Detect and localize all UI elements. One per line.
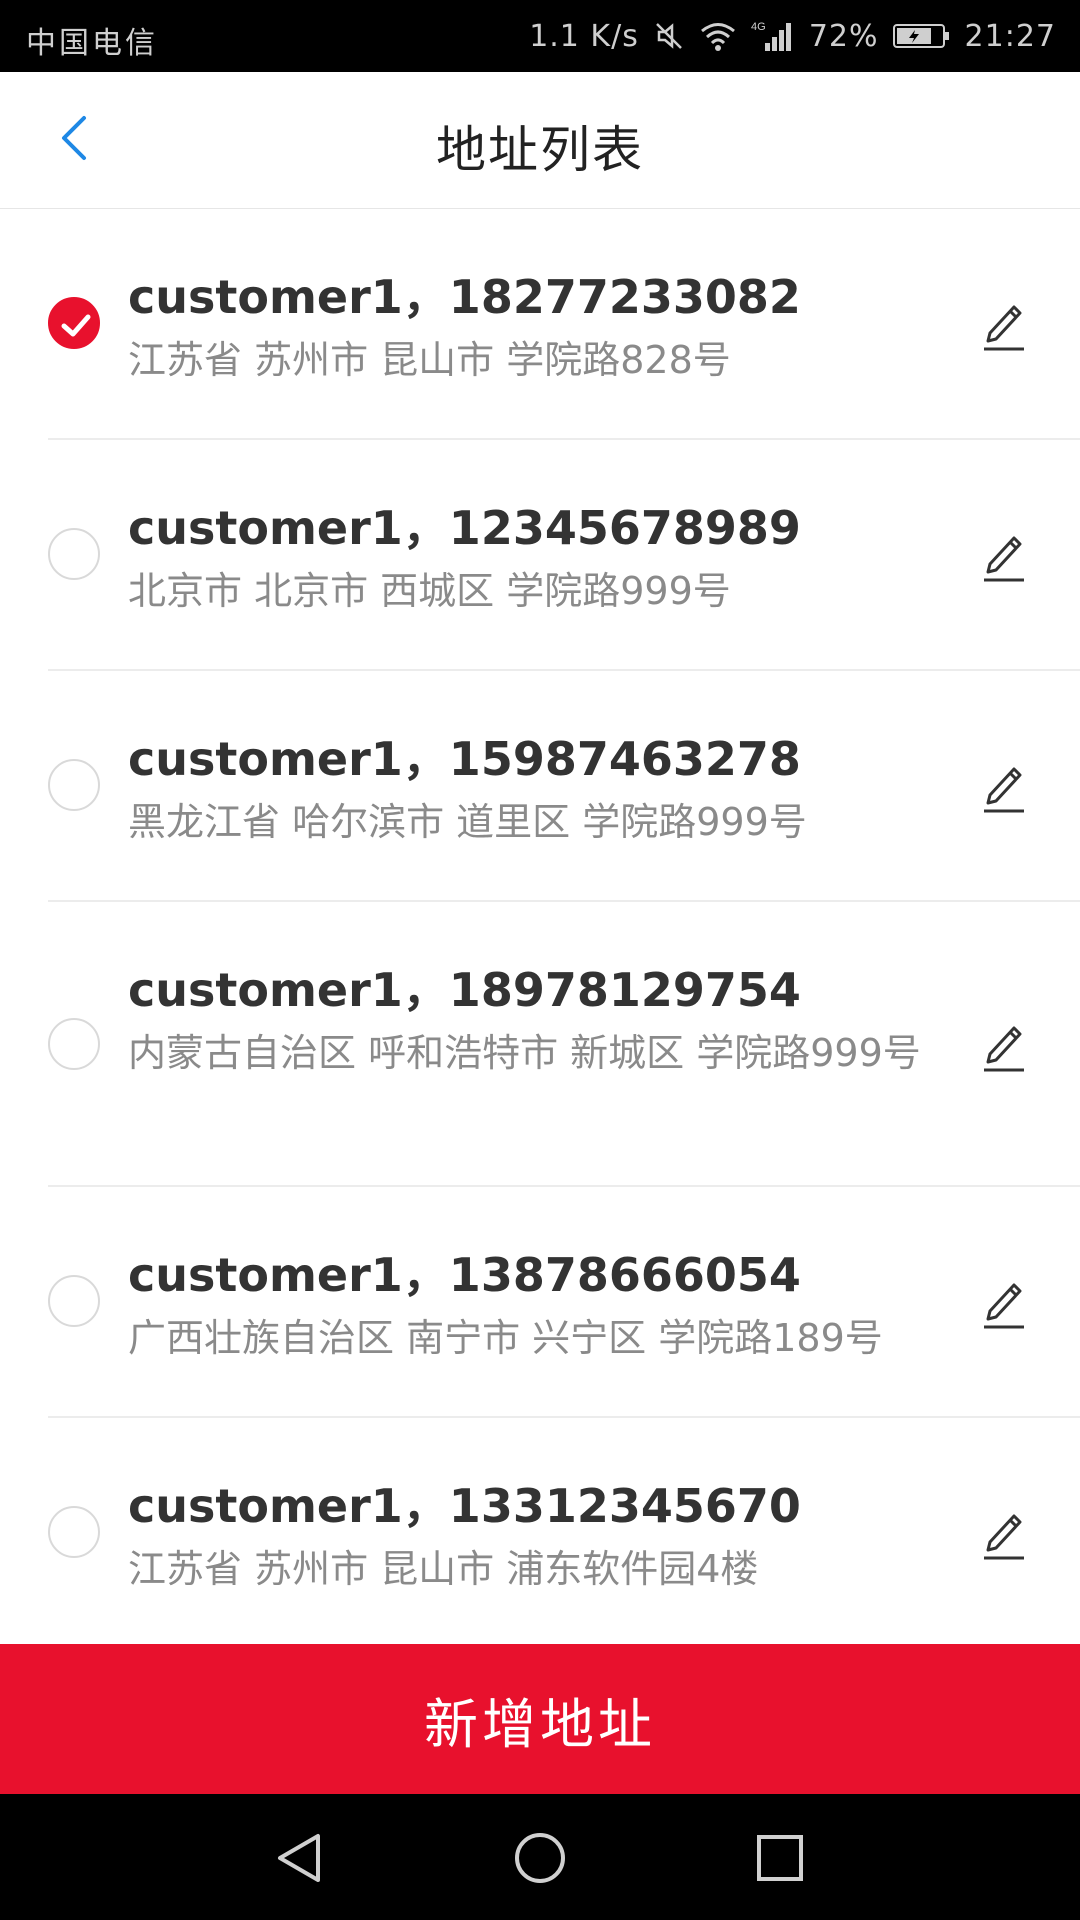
circle-home-icon	[512, 1833, 568, 1890]
edit-address-button[interactable]	[980, 1275, 1028, 1331]
address-text: 广西壮族自治区 南宁市 兴宁区 学院路189号	[128, 1316, 883, 1360]
battery-percent: 72%	[808, 18, 879, 54]
signal-4g-icon: 4G	[751, 19, 795, 53]
address-radio[interactable]	[48, 1018, 100, 1070]
address-item[interactable]: customer1，13878666054 广西壮族自治区 南宁市 兴宁区 学院…	[0, 1187, 1080, 1418]
address-list: customer1，18277233082 江苏省 苏州市 昆山市 学院路828…	[0, 209, 1080, 1644]
address-item[interactable]: customer1，12345678989 北京市 北京市 西城区 学院路999…	[0, 440, 1080, 671]
pencil-icon	[980, 1026, 1028, 1078]
address-item[interactable]: customer1，18978129754 内蒙古自治区 呼和浩特市 新城区 学…	[0, 902, 1080, 1187]
address-item[interactable]: customer1，13312345670 江苏省 苏州市 昆山市 浦东软件园4…	[0, 1418, 1080, 1644]
edit-address-button[interactable]	[980, 1018, 1028, 1074]
mute-icon	[653, 20, 685, 52]
wifi-icon	[699, 20, 737, 52]
address-radio[interactable]	[48, 1506, 100, 1558]
nav-recents-button[interactable]	[752, 1830, 808, 1886]
header-bar: 地址列表	[0, 72, 1080, 209]
address-item[interactable]: customer1，18277233082 江苏省 苏州市 昆山市 学院路828…	[0, 209, 1080, 440]
carrier-name: 中国电信	[26, 26, 158, 61]
clock: 21:27	[964, 18, 1056, 54]
system-nav-bar	[0, 1794, 1080, 1920]
square-recents-icon	[752, 1835, 808, 1890]
status-icons: 1.1 K/s 4G 72% 21:27	[529, 0, 1056, 72]
contact-name-phone: customer1，12345678989	[128, 501, 801, 555]
nav-back-button[interactable]	[272, 1830, 328, 1886]
address-item[interactable]: customer1，15987463278 黑龙江省 哈尔滨市 道里区 学院路9…	[0, 671, 1080, 902]
address-text: 北京市 北京市 西城区 学院路999号	[128, 569, 731, 613]
address-radio[interactable]	[48, 759, 100, 811]
nav-home-button[interactable]	[512, 1830, 568, 1886]
contact-name-phone: customer1，13878666054	[128, 1248, 801, 1302]
edit-address-button[interactable]	[980, 759, 1028, 815]
address-text: 江苏省 苏州市 昆山市 浦东软件园4楼	[128, 1547, 759, 1591]
edit-address-button[interactable]	[980, 1506, 1028, 1562]
pencil-icon	[980, 1283, 1028, 1335]
svg-text:4G: 4G	[751, 21, 766, 33]
address-radio[interactable]	[48, 1275, 100, 1327]
pencil-icon	[980, 767, 1028, 819]
address-text: 江苏省 苏州市 昆山市 学院路828号	[128, 338, 731, 382]
address-text: 黑龙江省 哈尔滨市 道里区 学院路999号	[128, 800, 807, 844]
pencil-icon	[980, 1514, 1028, 1566]
pencil-icon	[980, 536, 1028, 588]
contact-name-phone: customer1，13312345670	[128, 1479, 801, 1533]
contact-name-phone: customer1，18277233082	[128, 270, 801, 324]
address-radio-selected[interactable]	[48, 297, 100, 349]
battery-icon	[892, 22, 951, 50]
add-address-button[interactable]: 新增地址	[0, 1644, 1080, 1794]
edit-address-button[interactable]	[980, 297, 1028, 353]
contact-name-phone: customer1，18978129754	[128, 963, 801, 1017]
address-radio[interactable]	[48, 528, 100, 580]
address-text: 内蒙古自治区 呼和浩特市 新城区 学院路999号	[128, 1031, 921, 1075]
contact-name-phone: customer1，15987463278	[128, 732, 801, 786]
status-bar: 中国电信 1.1 K/s 4G 72% 21:27	[0, 0, 1080, 72]
edit-address-button[interactable]	[980, 528, 1028, 584]
triangle-back-icon	[272, 1834, 328, 1890]
page-title: 地址列表	[436, 121, 644, 179]
pencil-icon	[980, 305, 1028, 357]
network-speed: 1.1 K/s	[529, 18, 639, 54]
